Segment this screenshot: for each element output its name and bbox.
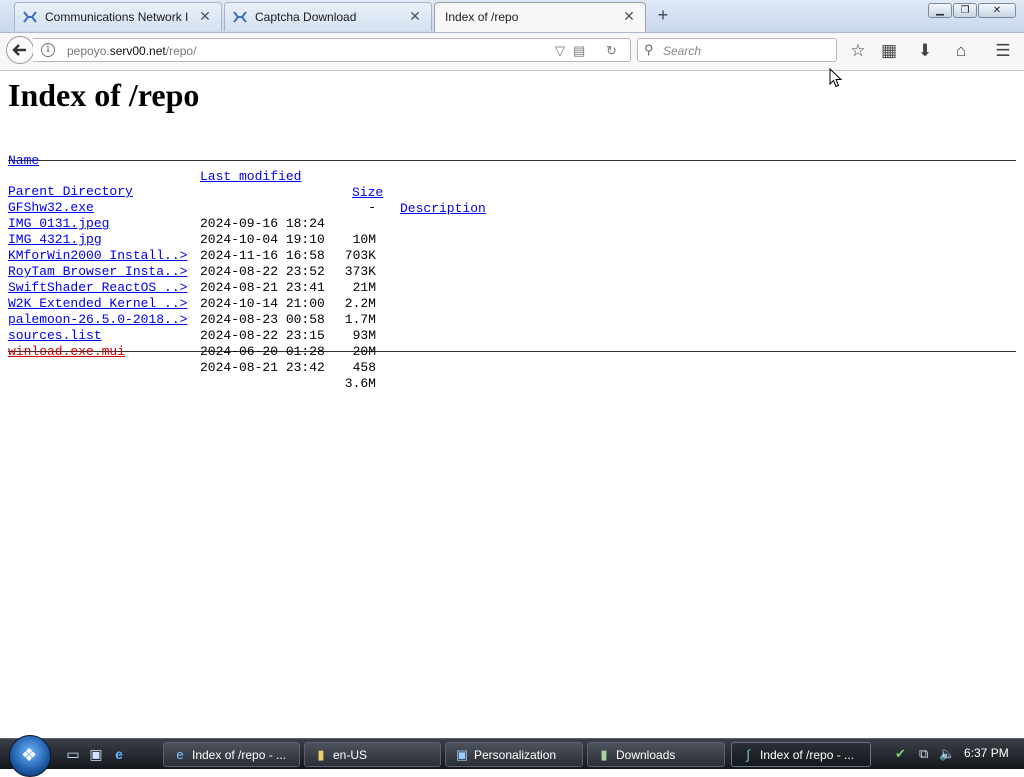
taskbar-item-label: Downloads — [616, 748, 676, 762]
taskbar: ❖ ▭ ▣ e e Index of /repo - ... ▮ en-US ▣… — [0, 735, 1024, 777]
tab-captcha-download[interactable]: Captcha Download ✕ — [224, 2, 432, 31]
reader-view-icon[interactable]: ▤ — [573, 43, 585, 59]
file-link[interactable]: winload.exe.mui — [8, 344, 125, 360]
windows-logo-icon: ❖ — [21, 745, 38, 765]
page-title: Index of /repo — [8, 77, 200, 113]
divider — [8, 160, 1016, 161]
info-icon[interactable]: i — [41, 43, 55, 57]
list-item: sources.list 2024-06-20 01:28 458 — [8, 312, 1016, 375]
safely-remove-icon[interactable]: ✔ — [895, 746, 906, 762]
tab-close-icon[interactable]: ✕ — [621, 8, 637, 24]
taskbar-item-label: Index of /repo - ... — [192, 748, 287, 762]
dropdown-icon[interactable]: ▽ — [555, 43, 565, 59]
list-item: IMG_0131.jpeg 2024-10-04 19:10 703K — [8, 200, 1016, 263]
minimize-button[interactable]: ▁ — [928, 3, 952, 18]
tab-title: Index of /repo — [445, 10, 519, 24]
volume-muted-icon[interactable]: 🔈 — [939, 746, 955, 762]
mouse-cursor-icon — [829, 68, 843, 88]
url-text[interactable]: pepoyo.serv00.net/repo/ — [67, 44, 196, 58]
window-controls: ▁ ❐ ✕ — [927, 3, 1016, 19]
header-row: Name Last modified Size Description — [8, 137, 1016, 216]
divider — [8, 351, 1016, 352]
glyph-tab-icon — [233, 11, 247, 23]
search-box[interactable]: ⚲ Search — [637, 38, 837, 62]
file-modified: 2024-08-21 23:42 — [200, 360, 325, 375]
tab-communications-network[interactable]: Communications Network I ✕ — [14, 2, 222, 31]
downloads-folder-icon: ▮ — [600, 747, 608, 762]
url-path: /repo/ — [165, 44, 197, 58]
taskbar-item-label: Index of /repo - ... — [760, 748, 855, 762]
search-placeholder: Search — [663, 44, 702, 58]
switch-windows-icon[interactable]: ▣ — [87, 745, 105, 763]
browser-icon: ∫ — [746, 747, 750, 762]
maximize-button[interactable]: ❐ — [953, 3, 977, 18]
reload-icon[interactable]: ↻ — [606, 43, 617, 59]
taskbar-item-downloads[interactable]: ▮ Downloads — [587, 742, 725, 767]
back-button[interactable] — [6, 36, 34, 64]
home-icon[interactable]: ⌂ — [951, 41, 971, 61]
list-item: W2K_Extended_Kernel_..> 2024-08-23 00:58… — [8, 280, 1016, 343]
taskbar-item-personalization[interactable]: ▣ Personalization — [445, 742, 583, 767]
menu-icon[interactable]: ☰ — [993, 41, 1013, 61]
list-item: KMforWin2000_Install..> 2024-08-22 23:52… — [8, 232, 1016, 295]
search-icon: ⚲ — [644, 42, 654, 57]
tab-close-icon[interactable]: ✕ — [197, 8, 213, 24]
page-content: Index of /repo Name Last modified Size D… — [0, 71, 1024, 738]
show-desktop-icon[interactable]: ▭ — [64, 745, 82, 763]
tab-strip: Communications Network I ✕ Captcha Downl… — [0, 0, 1024, 33]
list-item: GFShw32.exe 2024-09-16 18:24 10M — [8, 184, 1016, 247]
bookmark-star-icon[interactable]: ☆ — [848, 41, 868, 61]
internet-explorer-icon[interactable]: e — [110, 745, 128, 763]
tab-title: Captcha Download — [255, 10, 357, 24]
directory-listing: Name Last modified Size Description Pare… — [8, 137, 1016, 391]
tab-close-icon[interactable]: ✕ — [407, 8, 423, 24]
url-bar[interactable]: i pepoyo.serv00.net/repo/ ▽ ▤ ↻ — [33, 38, 631, 62]
list-item: IMG_4321.jpg 2024-11-16 16:58 373K — [8, 216, 1016, 279]
internet-explorer-icon: e — [176, 747, 184, 762]
list-item: winload.exe.mui 2024-08-21 23:42 3.6M — [8, 328, 1016, 391]
network-icon[interactable]: ⧉ — [919, 746, 928, 762]
file-size: 3.6M — [344, 376, 376, 391]
list-item: SwiftShader_ReactOS_..> 2024-10-14 21:00… — [8, 264, 1016, 327]
new-tab-button[interactable]: + — [652, 5, 674, 27]
clock[interactable]: 6:37 PM — [964, 746, 1009, 760]
list-item: palemoon-26.5.0-2018..> 2024-08-22 23:15… — [8, 296, 1016, 359]
taskbar-item-en-us[interactable]: ▮ en-US — [304, 742, 441, 767]
taskbar-item-index-of-repo-active[interactable]: ∫ Index of /repo - ... — [731, 742, 871, 767]
url-host: serv00.net — [109, 44, 166, 58]
file-modified: 2024-06-20 01:28 — [200, 344, 325, 359]
arrow-left-icon — [12, 44, 26, 56]
taskbar-item-label: en-US — [333, 748, 368, 762]
list-item: Parent Directory - — [8, 168, 1016, 215]
folder-icon: ▮ — [317, 747, 325, 762]
url-prefix: pepoyo. — [67, 44, 110, 58]
system-tray: ✔ ⧉ 🔈 6:37 PM — [889, 739, 1024, 769]
sort-by-name-link[interactable]: Name — [8, 153, 39, 169]
download-icon[interactable]: ⬇ — [915, 41, 935, 61]
glyph-tab-icon — [23, 11, 37, 23]
navigation-bar: i pepoyo.serv00.net/repo/ ▽ ▤ ↻ ⚲ Search… — [0, 33, 1024, 71]
taskbar-item-index-of-repo[interactable]: e Index of /repo - ... — [163, 742, 300, 767]
list-item: RoyTam_Browser_Insta..> 2024-08-21 23:41… — [8, 248, 1016, 311]
taskbar-item-label: Personalization — [474, 748, 557, 762]
tab-index-of-repo[interactable]: Index of /repo ✕ — [434, 2, 646, 32]
clipboard-icon[interactable]: ▦ — [879, 41, 899, 61]
tab-title: Communications Network I — [45, 10, 189, 24]
start-button[interactable]: ❖ — [9, 735, 51, 777]
close-window-button[interactable]: ✕ — [978, 3, 1016, 18]
control-panel-icon: ▣ — [455, 747, 469, 762]
